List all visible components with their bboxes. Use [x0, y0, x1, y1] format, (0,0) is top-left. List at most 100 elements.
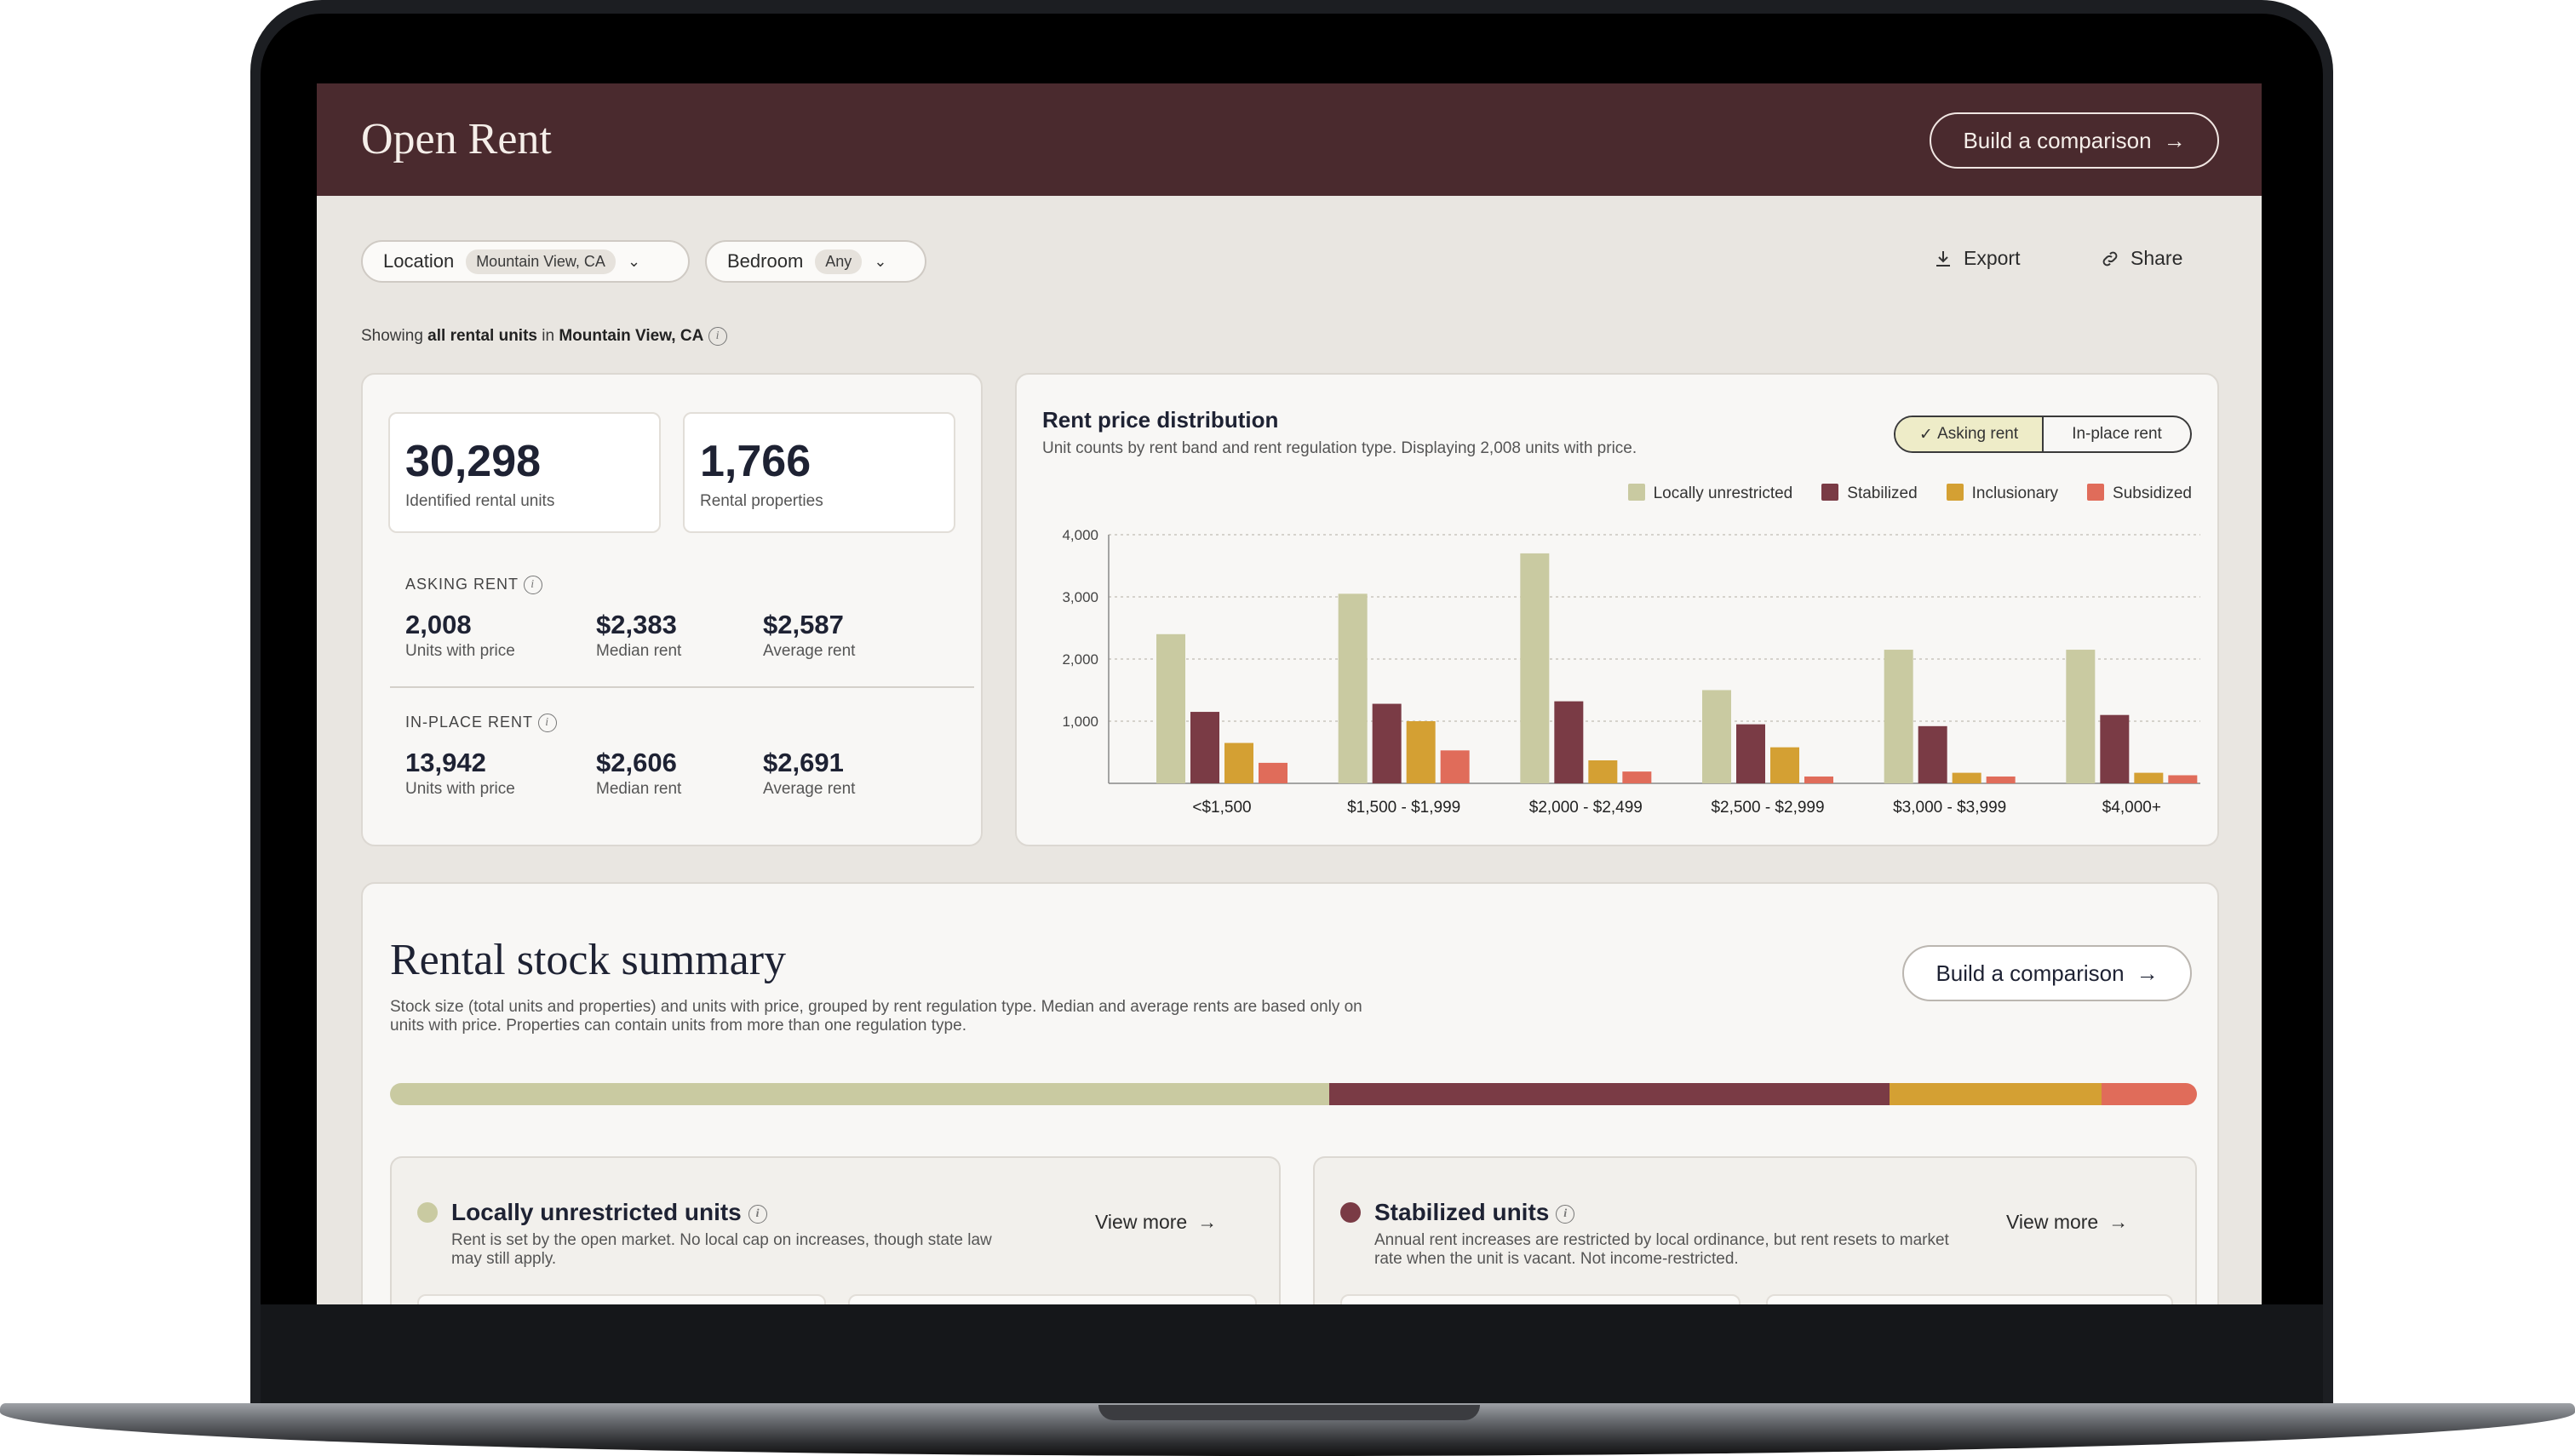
legend-label: Stabilized	[1847, 484, 1918, 502]
bar	[2134, 772, 2164, 783]
unrestricted-dot	[417, 1202, 438, 1223]
metric-tile	[848, 1294, 1257, 1304]
inplace-average-metric: $2,691 Average rent	[763, 748, 855, 799]
build-comparison-button[interactable]: Build a comparison →	[1902, 945, 2192, 1001]
stabilized-view-more-link[interactable]: View more →	[2006, 1211, 2128, 1234]
info-icon[interactable]: i	[537, 714, 557, 733]
toggle-inplace-label: In-place rent	[2072, 425, 2162, 443]
toggle-asking-rent[interactable]: ✓ Asking rent	[1895, 417, 2044, 451]
y-tick-label: 1,000	[1062, 714, 1098, 730]
bar	[2168, 775, 2198, 783]
x-tick-label: $1,500 - $1,999	[1347, 799, 1460, 817]
divider	[390, 686, 974, 688]
legend-swatch	[1821, 484, 1839, 501]
stock-share-segment	[390, 1083, 1330, 1105]
metric-value: $2,691	[763, 748, 844, 777]
legend-swatch	[1627, 484, 1645, 501]
bar	[1952, 772, 1981, 783]
legend-item: Subsidized	[2087, 484, 2192, 503]
bedroom-filter[interactable]: Bedroom Any ⌄	[705, 240, 926, 283]
link-icon	[2102, 251, 2118, 266]
stock-summary-card: Rental stock summary Stock size (total u…	[361, 882, 2219, 1304]
bar	[1520, 553, 1550, 783]
share-button[interactable]: Share	[2100, 247, 2182, 270]
bar	[1588, 760, 1618, 783]
inplace-median-metric: $2,606 Median rent	[596, 748, 681, 799]
asking-median-metric: $2,383 Median rent	[596, 610, 681, 661]
stabilized-title-text: Stabilized units	[1374, 1199, 1550, 1225]
x-tick-label: $4,000+	[2102, 799, 2161, 817]
legend-swatch	[1946, 484, 1964, 501]
x-tick-label: <$1,500	[1192, 799, 1251, 817]
metric-label: Average rent	[763, 780, 856, 798]
showing-text: Showing all rental units in Mountain Vie…	[361, 327, 727, 346]
app-screen: Open Rent Build a comparison → Location …	[317, 83, 2262, 1304]
build-comparison-label: Build a comparison	[1936, 960, 2125, 986]
export-button[interactable]: Export	[1933, 247, 2020, 270]
arrow-right-icon: →	[1197, 1211, 1218, 1233]
info-icon[interactable]: i	[523, 576, 542, 595]
stock-share-bar	[390, 1083, 2197, 1105]
stabilized-description: Annual rent increases are restricted by …	[1374, 1231, 1949, 1268]
toggle-inplace-rent[interactable]: In-place rent	[2044, 417, 2190, 451]
chart-title: Rent price distribution	[1042, 407, 1279, 433]
location-filter[interactable]: Location Mountain View, CA ⌄	[361, 240, 690, 283]
y-tick-label: 2,000	[1062, 651, 1098, 668]
rent-type-toggle: ✓ Asking rent In-place rent	[1894, 416, 2192, 453]
bar	[1804, 776, 1833, 783]
bar	[1918, 725, 1947, 783]
x-tick-label: $2,500 - $2,999	[1711, 799, 1824, 817]
stabilized-dot	[1340, 1202, 1361, 1223]
view-more-label: View more	[2006, 1211, 2099, 1233]
arrow-right-icon: →	[2108, 1211, 2129, 1233]
legend-label: Inclusionary	[1971, 484, 2059, 502]
metric-value: $2,383	[596, 610, 677, 639]
bedroom-filter-value: Any	[815, 249, 863, 274]
properties-value: 1,766	[700, 437, 811, 486]
summary-card: 30,298 Identified rental units 1,766 Ren…	[361, 373, 983, 846]
rent-distribution-chart: 1,000 2,000 3,000 4,000 <$1,500 $1,500 - $1,9…	[1062, 528, 2200, 817]
metric-value: $2,587	[763, 610, 844, 639]
y-tick-label: 4,000	[1062, 528, 1098, 543]
info-icon[interactable]: i	[748, 1204, 767, 1224]
info-icon[interactable]: i	[1556, 1204, 1575, 1224]
chevron-down-icon: ⌄	[627, 252, 641, 270]
share-label: Share	[2131, 247, 2183, 269]
stabilized-title: Stabilized units i	[1374, 1199, 1575, 1226]
inplace-rent-title: IN-PLACE RENT	[405, 714, 533, 731]
y-tick-label: 3,000	[1062, 589, 1098, 605]
export-label: Export	[1964, 247, 2021, 269]
bedroom-filter-label: Bedroom	[727, 250, 804, 272]
laptop-bottom-bezel	[261, 1304, 2323, 1413]
stabilized-units-card: Stabilized units i Annual rent increases…	[1313, 1156, 2197, 1304]
legend-item: Stabilized	[1821, 484, 1918, 503]
legend-item: Inclusionary	[1946, 484, 2059, 503]
stock-share-segment	[1329, 1083, 1890, 1105]
stock-summary-description: Stock size (total units and properties) …	[390, 998, 1362, 1035]
units-value: 30,298	[405, 437, 542, 486]
asking-average-metric: $2,587 Average rent	[763, 610, 855, 661]
bar	[1702, 690, 1731, 783]
bar	[1338, 593, 1368, 783]
bar	[1736, 724, 1765, 783]
bar	[1190, 712, 1219, 783]
metric-value: 13,942	[405, 748, 486, 777]
metric-tile	[417, 1294, 826, 1304]
legend-label: Locally unrestricted	[1653, 484, 1793, 502]
bar	[2066, 650, 2096, 783]
header-build-comparison-button[interactable]: Build a comparison →	[1930, 112, 2219, 169]
location-filter-value: Mountain View, CA	[466, 249, 616, 274]
info-icon[interactable]: i	[708, 327, 727, 346]
bar	[1156, 633, 1185, 783]
unrestricted-description: Rent is set by the open market. No local…	[451, 1231, 992, 1268]
unrestricted-view-more-link[interactable]: View more →	[1095, 1211, 1217, 1234]
location-filter-label: Location	[383, 250, 455, 272]
bar	[1884, 650, 1913, 783]
chart-subtitle: Unit counts by rent band and rent regula…	[1042, 439, 1637, 457]
showing-prefix: Showing	[361, 327, 423, 346]
distribution-card: Rent price distribution Unit counts by r…	[1015, 373, 2219, 846]
chevron-down-icon: ⌄	[874, 252, 887, 270]
x-tick-label: $2,000 - $2,499	[1529, 799, 1643, 817]
metric-label: Average rent	[763, 642, 856, 660]
metric-tile	[1340, 1294, 1741, 1304]
